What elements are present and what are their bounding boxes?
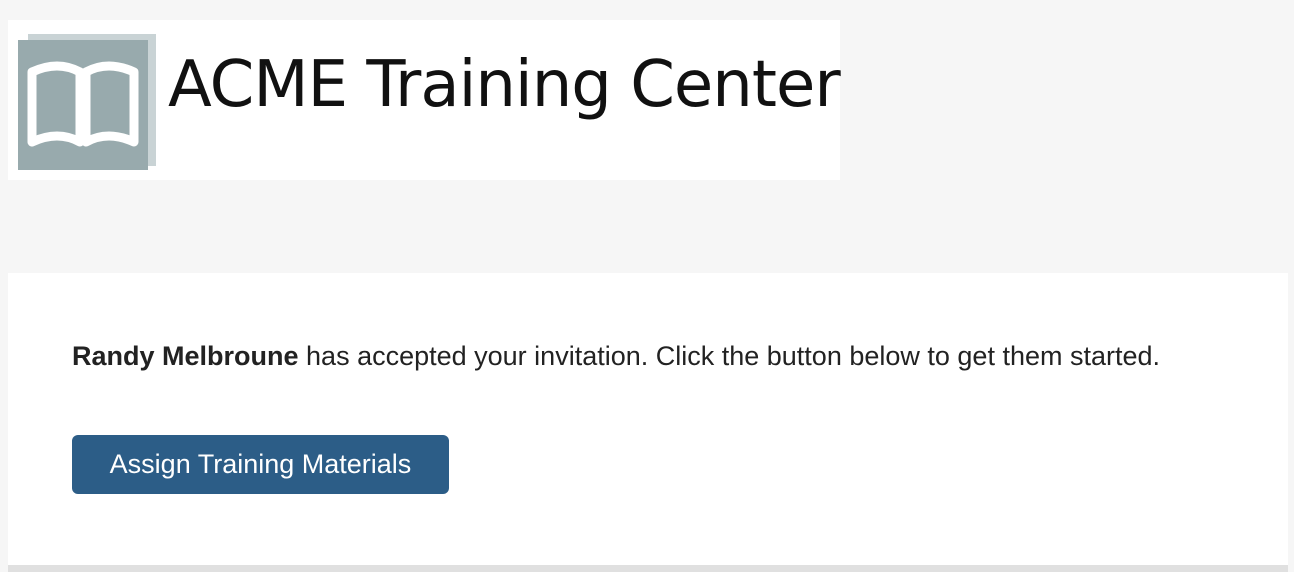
brand-name: ACME Training Center	[168, 48, 841, 122]
invitation-card: Randy Melbroune has accepted your invita…	[8, 273, 1288, 565]
open-book-icon	[18, 34, 156, 170]
invitation-message: Randy Melbroune has accepted your invita…	[72, 341, 1160, 372]
invitee-name: Randy Melbroune	[72, 341, 299, 371]
logo-banner: ACME Training Center	[8, 20, 841, 180]
invitation-text: has accepted your invitation. Click the …	[298, 341, 1161, 371]
card-divider	[8, 565, 1288, 572]
assign-training-materials-button[interactable]: Assign Training Materials	[72, 435, 449, 494]
